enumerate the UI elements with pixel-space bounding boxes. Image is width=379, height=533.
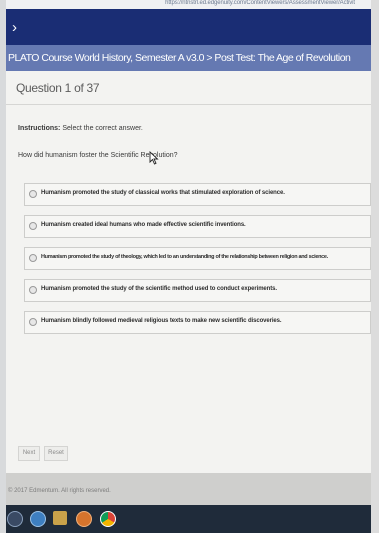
photo-edge-right — [371, 0, 379, 533]
answer-option-label: Humanism created ideal humans who made e… — [41, 222, 246, 228]
next-button[interactable]: Next — [18, 446, 40, 461]
question-counter: Question 1 of 37 — [16, 81, 100, 95]
answer-option-label: Humanism promoted the study of classical… — [41, 190, 285, 196]
answer-option[interactable]: Humanism created ideal humans who made e… — [24, 215, 371, 238]
answer-option-label: Humanism blindly followed medieval relig… — [41, 318, 282, 324]
radio-button[interactable] — [29, 222, 37, 230]
answer-option[interactable]: Humanism promoted the study of the scien… — [24, 279, 371, 302]
radio-button[interactable] — [29, 286, 37, 294]
instructions-text: Select the correct answer. — [60, 125, 143, 132]
back-chevron-icon[interactable]: › — [12, 20, 17, 35]
radio-button[interactable] — [29, 254, 37, 262]
windows-taskbar — [6, 505, 371, 533]
instructions: Instructions: Select the correct answer. — [18, 125, 143, 132]
answer-option[interactable]: Humanism promoted the study of classical… — [24, 183, 371, 206]
address-url-text: https://ntnstrl.ed.edgenuity.com/Content… — [165, 0, 355, 6]
answer-option-label: Humanism promoted the study of the scien… — [41, 286, 277, 292]
mouse-pointer-icon — [149, 151, 159, 165]
file-explorer-icon[interactable] — [53, 511, 67, 525]
question-panel: Question 1 of 37 Instructions: Select th… — [6, 71, 371, 473]
page-footer: © 2017 Edmentum. All rights reserved. — [6, 473, 371, 505]
answer-option[interactable]: Humanism blindly followed medieval relig… — [24, 311, 371, 334]
radio-button[interactable] — [29, 190, 37, 198]
instructions-label: Instructions: — [18, 125, 61, 132]
radio-button[interactable] — [29, 318, 37, 326]
answer-option[interactable]: Humanism promoted the study of theology,… — [24, 247, 371, 270]
browser-address-bar[interactable]: https://ntnstrl.ed.edgenuity.com/Content… — [6, 0, 371, 9]
answer-option-label: Humanism promoted the study of theology,… — [41, 254, 328, 260]
app-top-bar: › — [6, 9, 371, 45]
copyright-text: © 2017 Edmentum. All rights reserved. — [8, 488, 111, 494]
course-title: PLATO Course World History, Semester A v… — [8, 52, 351, 64]
course-title-bar: PLATO Course World History, Semester A v… — [6, 45, 371, 71]
media-player-icon[interactable] — [76, 511, 92, 527]
windows-start-icon[interactable] — [7, 511, 23, 527]
question-header: Question 1 of 37 — [6, 71, 371, 105]
reset-button[interactable]: Reset — [44, 446, 68, 461]
chrome-icon[interactable] — [100, 511, 116, 527]
internet-explorer-icon[interactable] — [30, 511, 46, 527]
